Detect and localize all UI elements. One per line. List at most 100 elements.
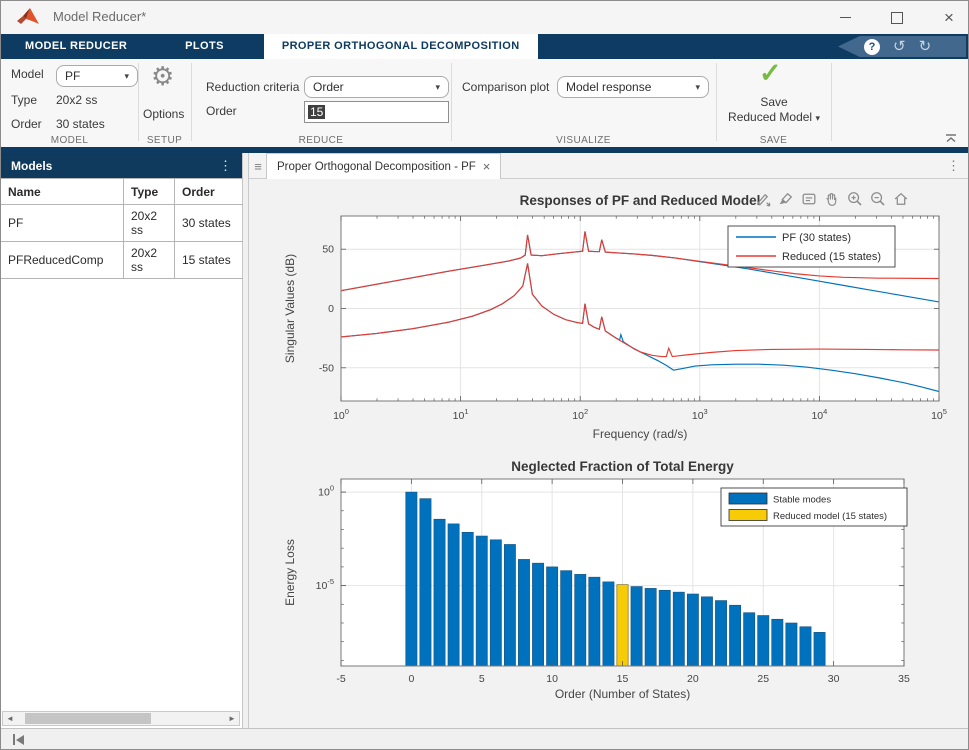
gear-icon[interactable]: ⚙ xyxy=(151,61,174,92)
order-input-value: 15 xyxy=(308,105,325,119)
order-input[interactable]: 15 xyxy=(304,101,449,123)
svg-text:10-5: 10-5 xyxy=(316,577,334,592)
svg-text:10: 10 xyxy=(546,673,558,685)
title-bar: Model Reducer* × xyxy=(1,1,968,34)
svg-text:Singular Values (dB): Singular Values (dB) xyxy=(283,254,297,363)
tab-proper-orthogonal-decomposition[interactable]: PROPER ORTHOGONAL DECOMPOSITION xyxy=(264,34,538,59)
chevron-down-icon: ▾ xyxy=(124,71,129,82)
svg-text:104: 104 xyxy=(811,407,827,422)
type-value: 20x2 ss xyxy=(56,93,97,107)
model-section-title: MODEL xyxy=(1,135,138,147)
window-title: Model Reducer* xyxy=(53,9,146,24)
table-row[interactable]: PF 20x2 ss 30 states xyxy=(1,205,243,242)
collapse-panel-icon[interactable] xyxy=(13,734,24,745)
close-tab-icon[interactable]: × xyxy=(483,159,491,174)
svg-text:Reduced model (15 states): Reduced model (15 states) xyxy=(773,511,887,522)
reduction-criteria-label: Reduction criteria xyxy=(206,80,299,94)
order-label: Order xyxy=(11,117,42,131)
chevron-down-icon: ▾ xyxy=(815,113,820,123)
collapse-toolstrip-icon[interactable] xyxy=(944,133,958,143)
svg-text:Frequency (rad/s): Frequency (rad/s) xyxy=(593,427,688,441)
svg-text:15: 15 xyxy=(617,673,629,685)
svg-text:102: 102 xyxy=(572,407,588,422)
pan-icon[interactable] xyxy=(822,189,842,209)
reduce-section-title: REDUCE xyxy=(191,135,451,147)
figure-canvas[interactable]: 100101102103104105-50050Responses of PF … xyxy=(249,179,969,728)
document-bar-actions-icon[interactable]: ⋮ xyxy=(947,158,960,174)
svg-text:0: 0 xyxy=(328,303,334,315)
svg-text:Reduced (15 states): Reduced (15 states) xyxy=(782,251,881,263)
model-label: Model xyxy=(11,67,44,81)
table-row[interactable]: PFReducedComp 20x2 ss 15 states xyxy=(1,242,243,279)
close-button[interactable]: × xyxy=(940,9,958,27)
scroll-right-icon[interactable]: ► xyxy=(225,714,239,723)
help-icon[interactable]: ? xyxy=(864,39,880,55)
model-dropdown[interactable]: PF ▾ xyxy=(56,65,138,87)
visualize-section-title: VISUALIZE xyxy=(451,135,716,147)
document-bar-menu-icon[interactable]: ≡ xyxy=(251,157,265,175)
setup-section-title: SETUP xyxy=(138,135,191,147)
svg-text:Stable modes: Stable modes xyxy=(773,495,831,506)
svg-text:0: 0 xyxy=(408,673,414,685)
svg-text:Neglected Fraction of Total En: Neglected Fraction of Total Energy xyxy=(511,459,734,474)
svg-text:-50: -50 xyxy=(319,362,334,374)
svg-text:Energy Loss: Energy Loss xyxy=(283,539,297,606)
type-label: Type xyxy=(11,93,37,107)
save-section-title: SAVE xyxy=(716,135,831,147)
ribbon-tab-bar: MODEL REDUCER PLOTS PROPER ORTHOGONAL DE… xyxy=(1,34,968,59)
brush-icon[interactable] xyxy=(776,189,796,209)
chevron-down-icon: ▾ xyxy=(435,82,440,93)
pod-figure[interactable]: 100101102103104105-50050Responses of PF … xyxy=(249,179,969,728)
export-icon[interactable] xyxy=(753,189,773,209)
reduce-order-label: Order xyxy=(206,104,237,118)
svg-text:Responses of PF and Reduced Mo: Responses of PF and Reduced Model xyxy=(520,193,761,208)
minimize-button[interactable] xyxy=(836,9,854,27)
save-check-icon: ✓ xyxy=(759,58,782,89)
matlab-logo-icon xyxy=(16,7,40,28)
tab-model-reducer[interactable]: MODEL REDUCER xyxy=(7,34,145,59)
svg-text:50: 50 xyxy=(322,244,334,256)
svg-text:100: 100 xyxy=(318,484,334,499)
comparison-plot-dropdown[interactable]: Model response ▾ xyxy=(557,76,709,98)
zoom-out-icon[interactable] xyxy=(868,189,888,209)
scroll-left-icon[interactable]: ◄ xyxy=(3,714,17,723)
svg-text:20: 20 xyxy=(687,673,699,685)
status-bar xyxy=(1,728,968,750)
models-panel-title: Models xyxy=(11,159,52,173)
svg-text:105: 105 xyxy=(931,407,947,422)
order-value: 30 states xyxy=(56,117,105,131)
models-panel-header: Models ⋮ xyxy=(1,153,242,178)
panel-menu-icon[interactable]: ⋮ xyxy=(219,158,232,174)
restore-view-icon[interactable] xyxy=(891,189,911,209)
horizontal-scrollbar[interactable]: ◄ ► xyxy=(2,711,240,726)
models-table-header-row: Name Type Order xyxy=(1,179,243,205)
svg-text:5: 5 xyxy=(479,673,485,685)
document-tab[interactable]: Proper Orthogonal Decomposition - PF × xyxy=(266,153,501,179)
chevron-down-icon: ▾ xyxy=(695,82,700,93)
zoom-in-icon[interactable] xyxy=(845,189,865,209)
svg-text:103: 103 xyxy=(692,407,708,422)
svg-text:25: 25 xyxy=(757,673,769,685)
maximize-button[interactable] xyxy=(888,9,906,27)
axes-toolbar xyxy=(753,189,911,209)
document-tab-bar: ≡ Proper Orthogonal Decomposition - PF ×… xyxy=(249,153,969,179)
toolstrip: Model PF ▾ Type 20x2 ss Order 30 states … xyxy=(1,59,968,147)
scrollbar-thumb[interactable] xyxy=(25,713,151,724)
svg-text:100: 100 xyxy=(333,407,349,422)
quick-access-toolbar: ? ↺ ↻ xyxy=(838,36,966,57)
svg-text:101: 101 xyxy=(453,407,469,422)
tab-plots[interactable]: PLOTS xyxy=(167,34,242,59)
save-reduced-model-button[interactable]: Save Reduced Model ▾ xyxy=(719,95,829,126)
svg-text:-5: -5 xyxy=(336,673,345,685)
datatips-icon[interactable] xyxy=(799,189,819,209)
reduction-criteria-dropdown[interactable]: Order ▾ xyxy=(304,76,449,98)
app-window: Model Reducer* × MODEL REDUCER PLOTS PRO… xyxy=(0,0,969,750)
options-button[interactable]: Options xyxy=(143,107,184,121)
svg-text:35: 35 xyxy=(898,673,910,685)
models-panel: Models ⋮ Name Type Order PF 20x2 ss 30 s… xyxy=(1,153,243,728)
svg-text:Order (Number of States): Order (Number of States) xyxy=(555,687,690,701)
redo-icon[interactable]: ↻ xyxy=(919,39,932,55)
undo-icon[interactable]: ↺ xyxy=(893,39,906,55)
svg-text:PF (30 states): PF (30 states) xyxy=(782,232,851,244)
comparison-plot-label: Comparison plot xyxy=(462,80,549,94)
